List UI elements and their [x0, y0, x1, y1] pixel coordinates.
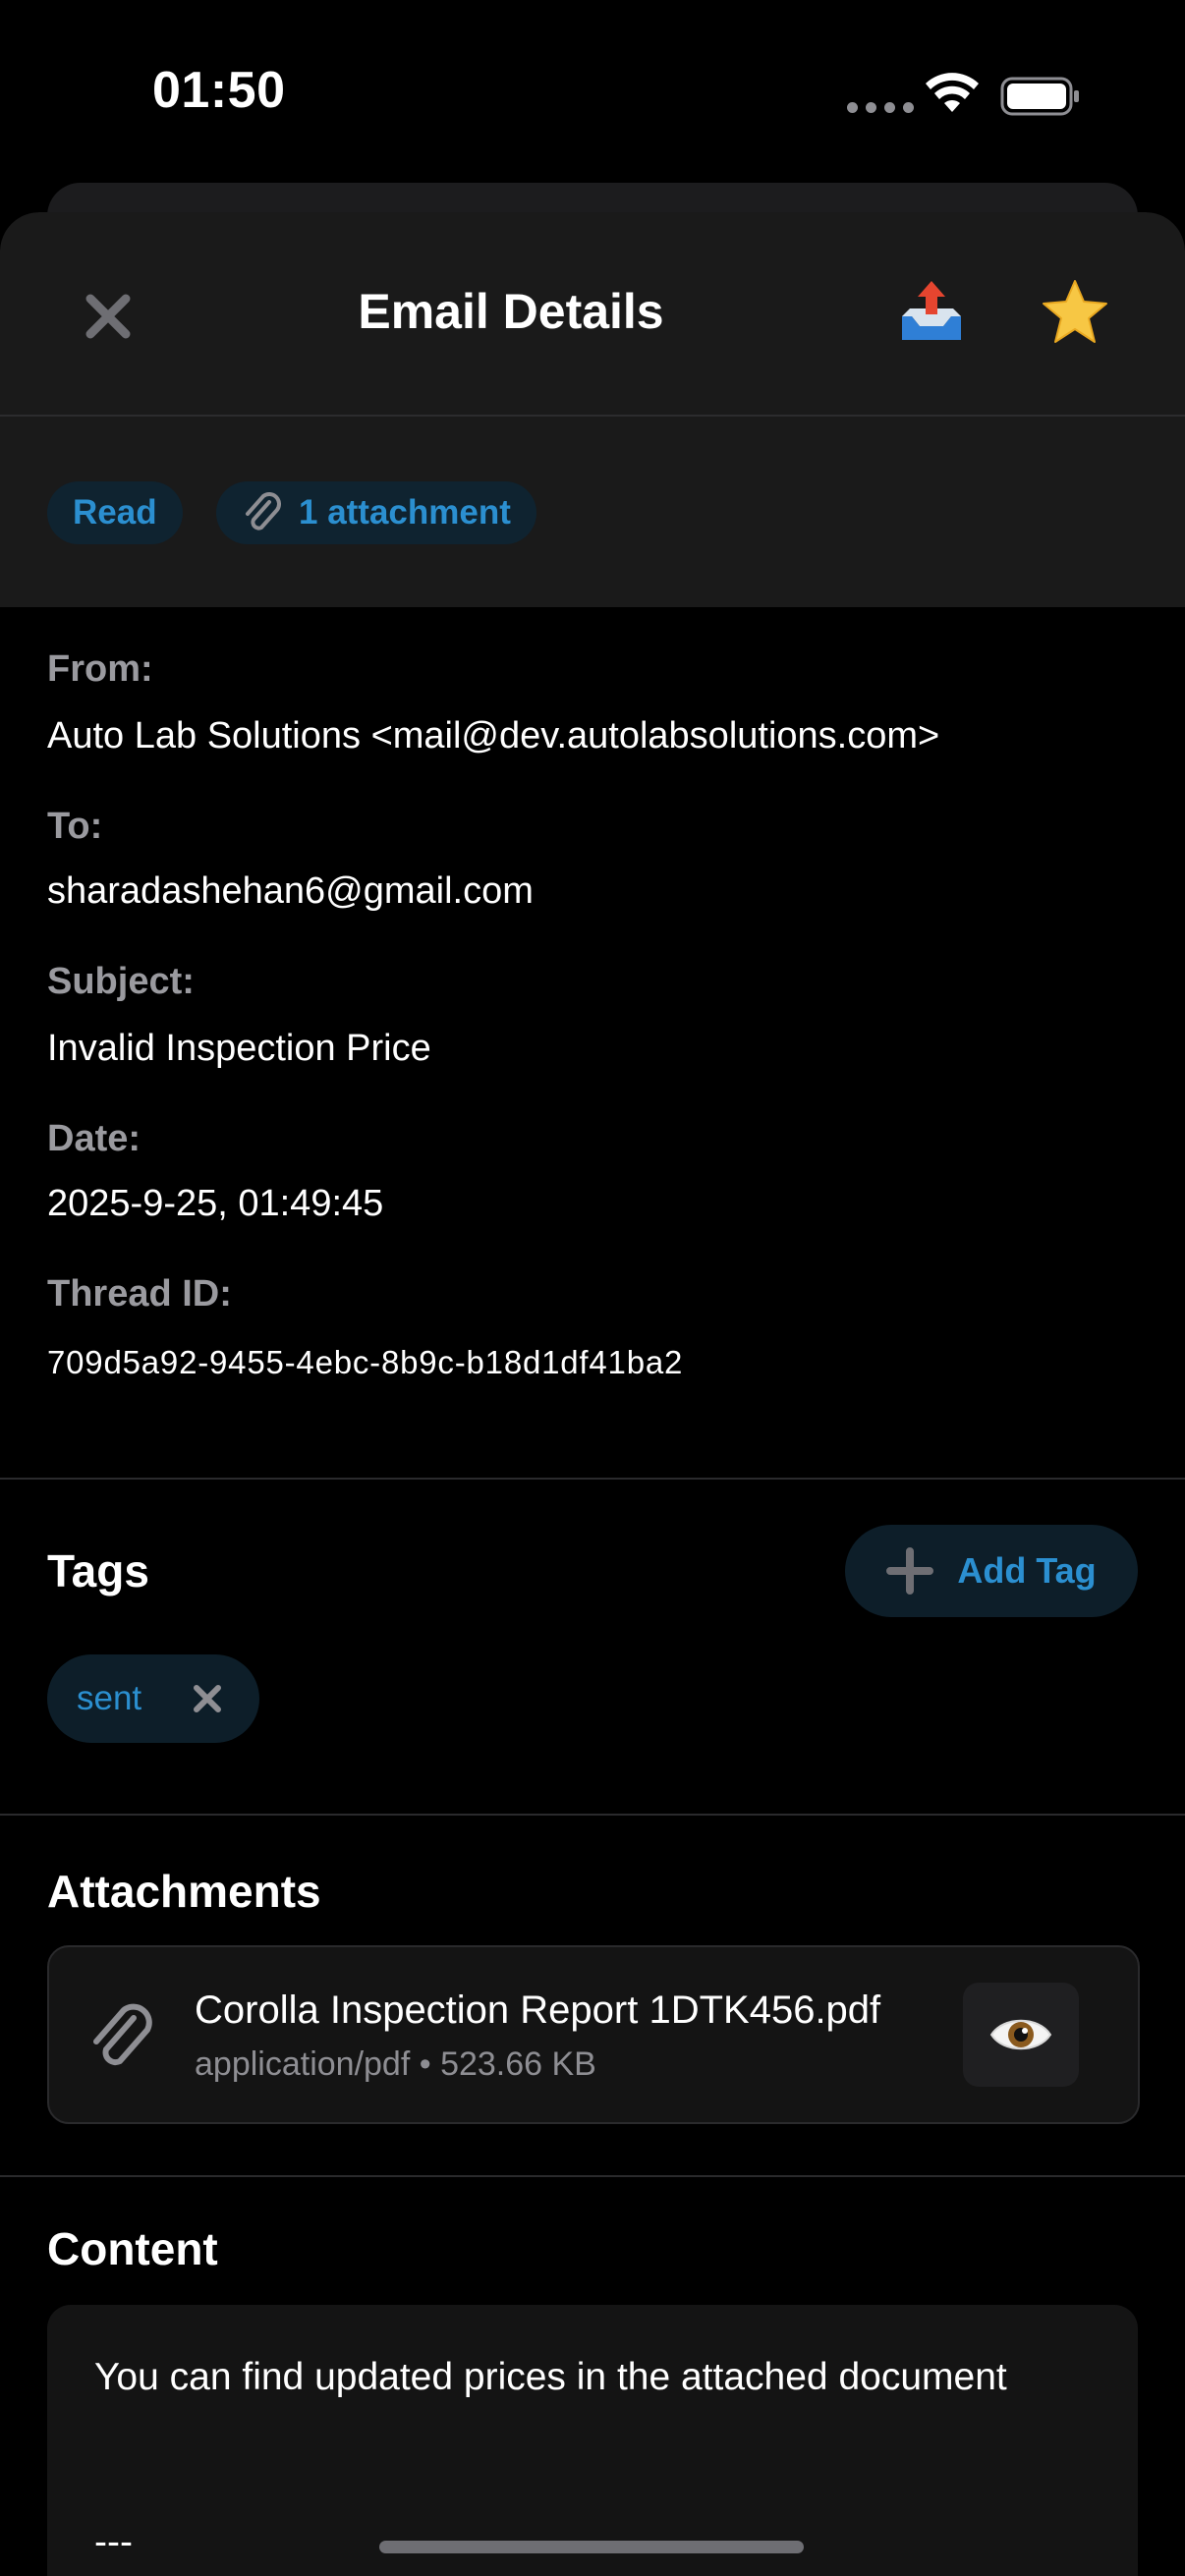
divider — [0, 1478, 1185, 1480]
email-body-text: You can find updated prices in the attac… — [94, 2356, 1007, 2398]
divider — [0, 2175, 1185, 2177]
date-label: Date: — [47, 1118, 141, 1159]
email-details-sheet: Email Details Read 1 attachment From: Au… — [0, 212, 1185, 2576]
paperclip-icon — [246, 492, 281, 531]
subject-value: Invalid Inspection Price — [47, 1028, 431, 1069]
wifi-icon — [926, 73, 979, 112]
to-label: To: — [47, 806, 103, 847]
content-section-title: Content — [47, 2223, 218, 2274]
attachment-count-badge: 1 attachment — [216, 481, 536, 544]
add-tag-button[interactable]: Add Tag — [845, 1525, 1138, 1617]
remove-tag-icon[interactable] — [191, 1682, 224, 1715]
cellular-signal-icon — [847, 102, 914, 113]
divider — [0, 1814, 1185, 1816]
attachment-count-label: 1 attachment — [299, 493, 511, 532]
plus-icon — [886, 1547, 934, 1595]
from-value: Auto Lab Solutions <mail@dev.autolabsolu… — [47, 715, 940, 756]
thread-id-label: Thread ID: — [47, 1273, 232, 1315]
tag-chip[interactable]: sent — [47, 1654, 259, 1743]
paperclip-icon — [93, 2003, 152, 2066]
battery-icon — [1000, 77, 1079, 116]
to-value: sharadashehan6@gmail.com — [47, 870, 534, 912]
attachments-section-title: Attachments — [47, 1866, 321, 1917]
star-icon[interactable] — [1040, 277, 1110, 348]
attachment-name: Corolla Inspection Report 1DTK456.pdf — [195, 1988, 881, 2032]
eye-icon — [989, 2019, 1052, 2050]
read-status-badge: Read — [47, 481, 183, 544]
home-indicator[interactable] — [379, 2541, 804, 2553]
attachment-item[interactable]: Corolla Inspection Report 1DTK456.pdf ap… — [47, 1945, 1140, 2124]
page-title: Email Details — [358, 284, 664, 339]
add-tag-label: Add Tag — [957, 1550, 1097, 1591]
sheet-header: Email Details — [0, 212, 1185, 417]
thread-id-value: 709d5a92-9455-4ebc-8b9c-b18d1df41ba2 — [47, 1344, 684, 1380]
email-content-card: You can find updated prices in the attac… — [47, 2305, 1138, 2576]
email-body-separator: --- — [94, 2521, 133, 2563]
status-time: 01:50 — [152, 62, 286, 119]
status-chips: Read 1 attachment — [0, 417, 1185, 607]
tags-section-title: Tags — [47, 1545, 149, 1596]
from-label: From: — [47, 648, 153, 690]
subject-label: Subject: — [47, 961, 195, 1002]
read-status-label: Read — [73, 493, 157, 532]
view-attachment-button[interactable] — [963, 1983, 1079, 2087]
archive-tray-icon[interactable] — [896, 277, 967, 348]
attachment-meta: application/pdf • 523.66 KB — [195, 2045, 596, 2083]
tag-label: sent — [77, 1679, 142, 1717]
date-value: 2025-9-25, 01:49:45 — [47, 1183, 384, 1224]
